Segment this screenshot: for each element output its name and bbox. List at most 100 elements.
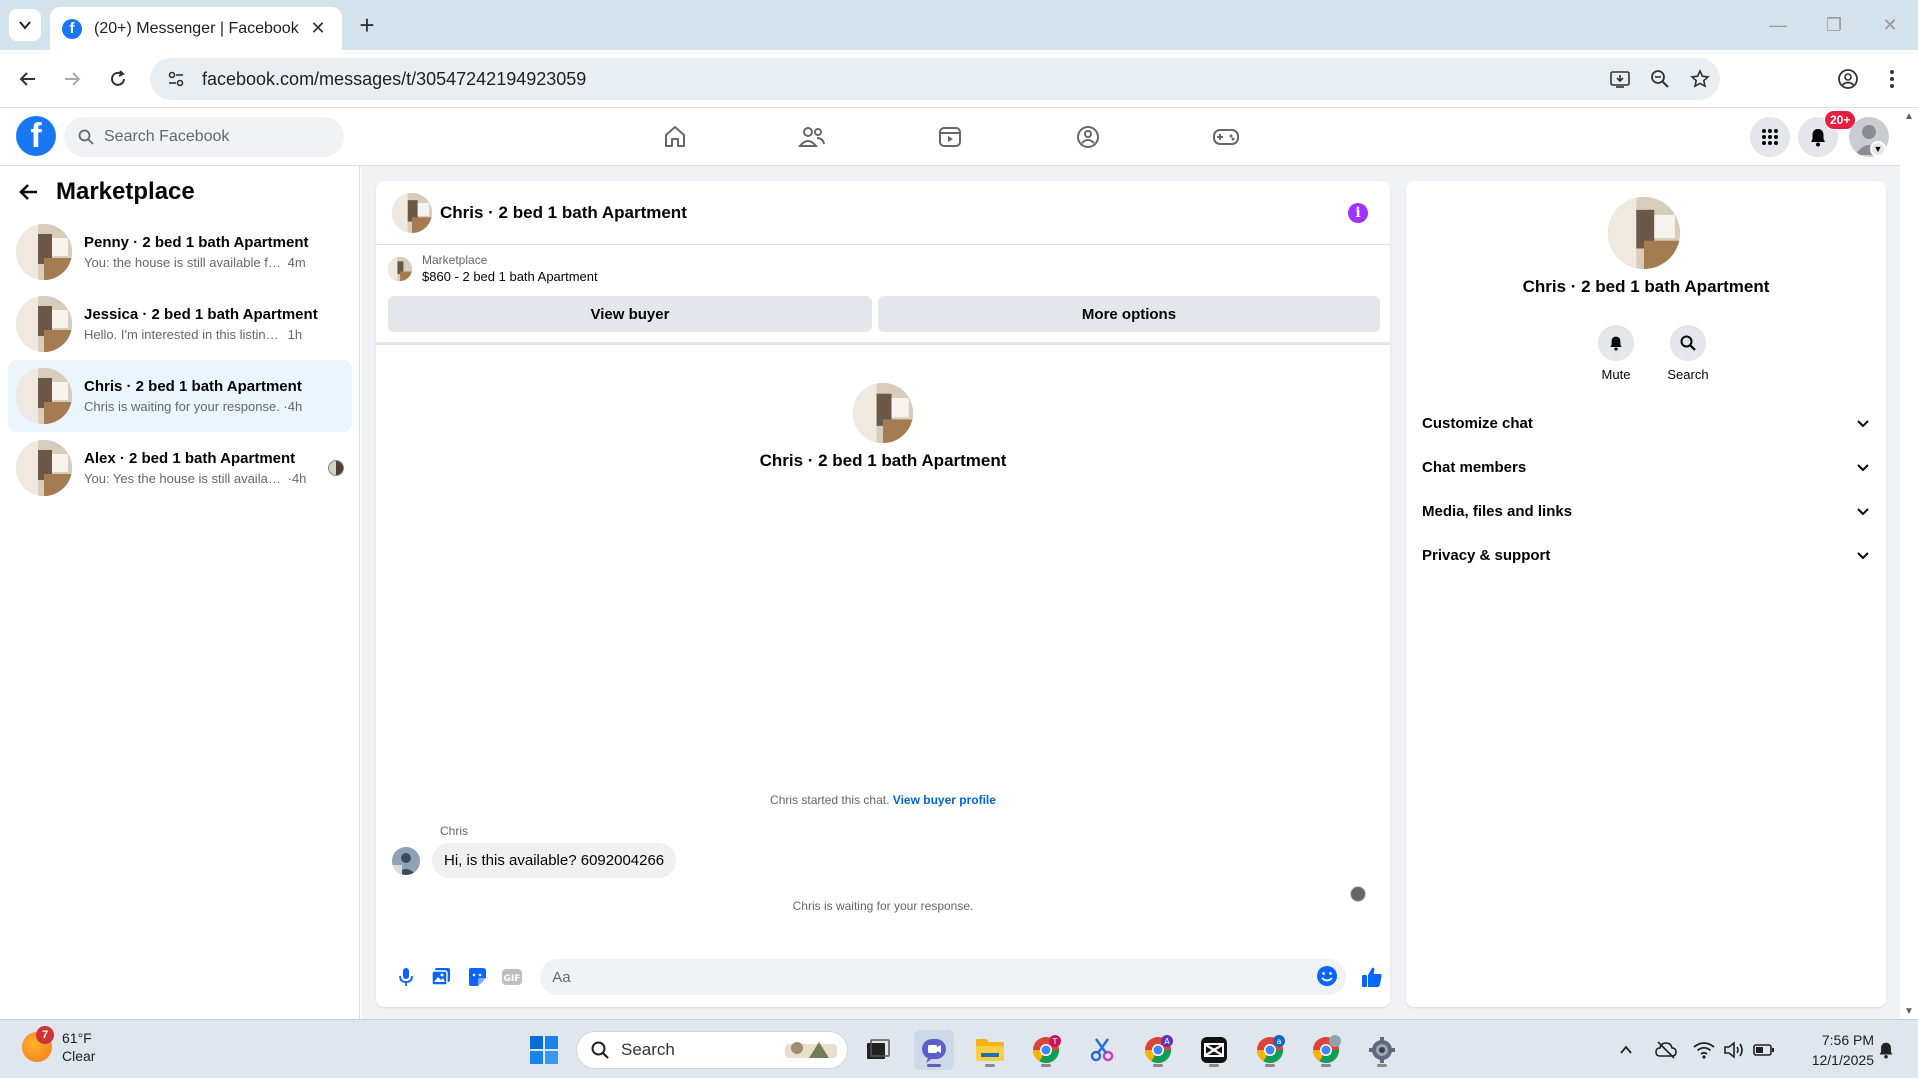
- taskbar-search[interactable]: Search: [576, 1031, 848, 1069]
- nav-friends[interactable]: [792, 117, 832, 157]
- browser-menu-button[interactable]: [1874, 61, 1910, 97]
- chat-avatar[interactable]: [392, 192, 432, 233]
- reload-button[interactable]: [100, 61, 136, 97]
- scroll-down-icon[interactable]: ▼: [1900, 1003, 1918, 1019]
- minimize-window-button[interactable]: —: [1758, 10, 1798, 40]
- divider: [376, 342, 1390, 345]
- svg-text:A: A: [1164, 1037, 1170, 1046]
- sender-avatar[interactable]: [392, 846, 420, 875]
- facebook-search-input[interactable]: Search Facebook: [64, 117, 344, 157]
- taskbar-app-file-explorer[interactable]: [970, 1030, 1010, 1070]
- facebook-logo-icon[interactable]: f: [16, 116, 56, 156]
- show-hidden-icons-button[interactable]: [1614, 1038, 1638, 1062]
- notification-center-button[interactable]: [1874, 1038, 1898, 1062]
- section-label: Customize chat: [1422, 414, 1533, 432]
- volume-status[interactable]: [1722, 1038, 1746, 1062]
- conversation-time: 4h: [287, 399, 303, 414]
- attach-media-button[interactable]: [424, 959, 460, 995]
- voice-clip-button[interactable]: [388, 959, 424, 995]
- emoji-button[interactable]: [1316, 965, 1338, 991]
- close-window-button[interactable]: ✕: [1870, 10, 1910, 40]
- info-icon[interactable]: i: [1348, 203, 1368, 223]
- scroll-up-icon[interactable]: ▲: [1900, 108, 1918, 124]
- chat-started-note: Chris started this chat. View buyer prof…: [376, 793, 1390, 807]
- sticker-button[interactable]: [459, 959, 495, 995]
- forward-button[interactable]: [54, 61, 90, 97]
- battery-status[interactable]: [1752, 1038, 1776, 1062]
- browser-toolbar: facebook.com/messages/t/3054724219492305…: [0, 50, 1918, 108]
- back-button[interactable]: [10, 61, 46, 97]
- conversation-name: Jessica · 2 bed 1 bath Apartment: [84, 306, 318, 323]
- onedrive-status[interactable]: [1654, 1038, 1678, 1062]
- taskbar-app-chrome-profile-c[interactable]: [1306, 1030, 1346, 1070]
- app-grid-icon: [1762, 129, 1778, 145]
- url-text[interactable]: facebook.com/messages/t/3054724219492305…: [202, 69, 1600, 90]
- more-options-button[interactable]: More options: [878, 296, 1380, 332]
- nav-gaming[interactable]: [1206, 117, 1246, 157]
- conversation-item[interactable]: Jessica · 2 bed 1 bath Apartment Hello. …: [8, 288, 352, 360]
- message-input[interactable]: Aa: [540, 959, 1347, 995]
- taskbar-app-settings[interactable]: [1362, 1030, 1402, 1070]
- gif-button[interactable]: GIF: [495, 959, 531, 995]
- profile-button[interactable]: [1830, 61, 1866, 97]
- browser-tab-messenger[interactable]: f (20+) Messenger | Facebook ✕: [50, 7, 342, 50]
- site-info-icon[interactable]: [156, 59, 196, 99]
- facebook-search-placeholder: Search Facebook: [104, 128, 230, 145]
- section-chat-members[interactable]: Chat members: [1414, 445, 1878, 489]
- conversation-item[interactable]: Alex · 2 bed 1 bath Apartment You: Yes t…: [8, 432, 352, 504]
- message-bubble[interactable]: Hi, is this available? 6092004266: [432, 843, 677, 878]
- gaming-icon: [1213, 129, 1239, 145]
- section-privacy-support[interactable]: Privacy & support: [1414, 533, 1878, 577]
- chat-title[interactable]: Chris · 2 bed 1 bath Apartment: [440, 203, 687, 223]
- taskbar-app-capcut[interactable]: [1194, 1030, 1234, 1070]
- listing-title[interactable]: $860 - 2 bed 1 bath Apartment: [422, 269, 598, 284]
- search-in-chat-button[interactable]: [1670, 325, 1706, 361]
- nav-home[interactable]: [655, 117, 695, 157]
- running-indicator: [1377, 1064, 1387, 1067]
- wifi-status[interactable]: [1692, 1038, 1716, 1062]
- menu-button[interactable]: [1750, 117, 1790, 157]
- conversation-item-active[interactable]: Chris · 2 bed 1 bath Apartment Chris is …: [8, 360, 352, 432]
- zoom-icon[interactable]: [1640, 59, 1680, 99]
- browser-tab-bar: f (20+) Messenger | Facebook ✕ + — ❐ ✕: [0, 0, 1918, 50]
- task-view-button[interactable]: [858, 1030, 898, 1070]
- mute-action[interactable]: Mute: [1586, 325, 1646, 382]
- account-caret-icon[interactable]: ▼: [1870, 141, 1886, 157]
- mute-button[interactable]: [1598, 325, 1634, 361]
- composer: GIF Aa: [376, 951, 1390, 1003]
- install-app-icon[interactable]: [1600, 59, 1640, 99]
- close-tab-icon[interactable]: ✕: [306, 18, 330, 39]
- conversation-item[interactable]: Penny · 2 bed 1 bath Apartment You: the …: [8, 216, 352, 288]
- conversation-preview: You: Yes the house is still available ..…: [84, 471, 284, 486]
- conversation-time: 4h: [291, 471, 307, 486]
- task-view-icon: [867, 1039, 890, 1059]
- page-scrollbar[interactable]: ▲ ▼: [1900, 108, 1918, 1019]
- bookmark-star-icon[interactable]: [1680, 59, 1720, 99]
- nav-video[interactable]: [930, 117, 970, 157]
- weather-widget[interactable]: 7 61°F Clear: [22, 1026, 95, 1065]
- start-button[interactable]: [524, 1030, 564, 1070]
- folder-icon: [976, 1039, 1004, 1061]
- conversation-name: Chris · 2 bed 1 bath Apartment: [84, 378, 302, 395]
- taskbar-app-chrome-profile-t[interactable]: T: [1026, 1030, 1066, 1070]
- weather-alert-badge: 7: [36, 1026, 54, 1044]
- view-buyer-profile-link[interactable]: View buyer profile: [893, 793, 996, 807]
- taskbar-app-snipping-tool[interactable]: [1082, 1030, 1122, 1070]
- address-bar[interactable]: facebook.com/messages/t/3054724219492305…: [150, 58, 1720, 100]
- search-action[interactable]: Search: [1658, 325, 1718, 382]
- restore-window-button[interactable]: ❐: [1814, 10, 1854, 40]
- view-buyer-button[interactable]: View buyer: [388, 296, 872, 332]
- tab-search-button[interactable]: [9, 9, 41, 41]
- new-tab-button[interactable]: +: [352, 10, 382, 40]
- nav-groups[interactable]: [1068, 117, 1108, 157]
- send-like-button[interactable]: [1354, 959, 1390, 995]
- taskbar-app-chrome-profile-b[interactable]: a: [1250, 1030, 1290, 1070]
- conversation-name: Penny · 2 bed 1 bath Apartment: [84, 234, 309, 251]
- system-clock[interactable]: 7:56 PM 12/1/2025: [1790, 1030, 1874, 1070]
- section-media-files-links[interactable]: Media, files and links: [1414, 489, 1878, 533]
- profile-avatar[interactable]: [1608, 197, 1680, 269]
- section-customize-chat[interactable]: Customize chat: [1414, 401, 1878, 445]
- back-arrow-icon[interactable]: [18, 181, 40, 203]
- taskbar-app-chrome-profile-a[interactable]: A: [1138, 1030, 1178, 1070]
- taskbar-app-teams[interactable]: [914, 1030, 954, 1070]
